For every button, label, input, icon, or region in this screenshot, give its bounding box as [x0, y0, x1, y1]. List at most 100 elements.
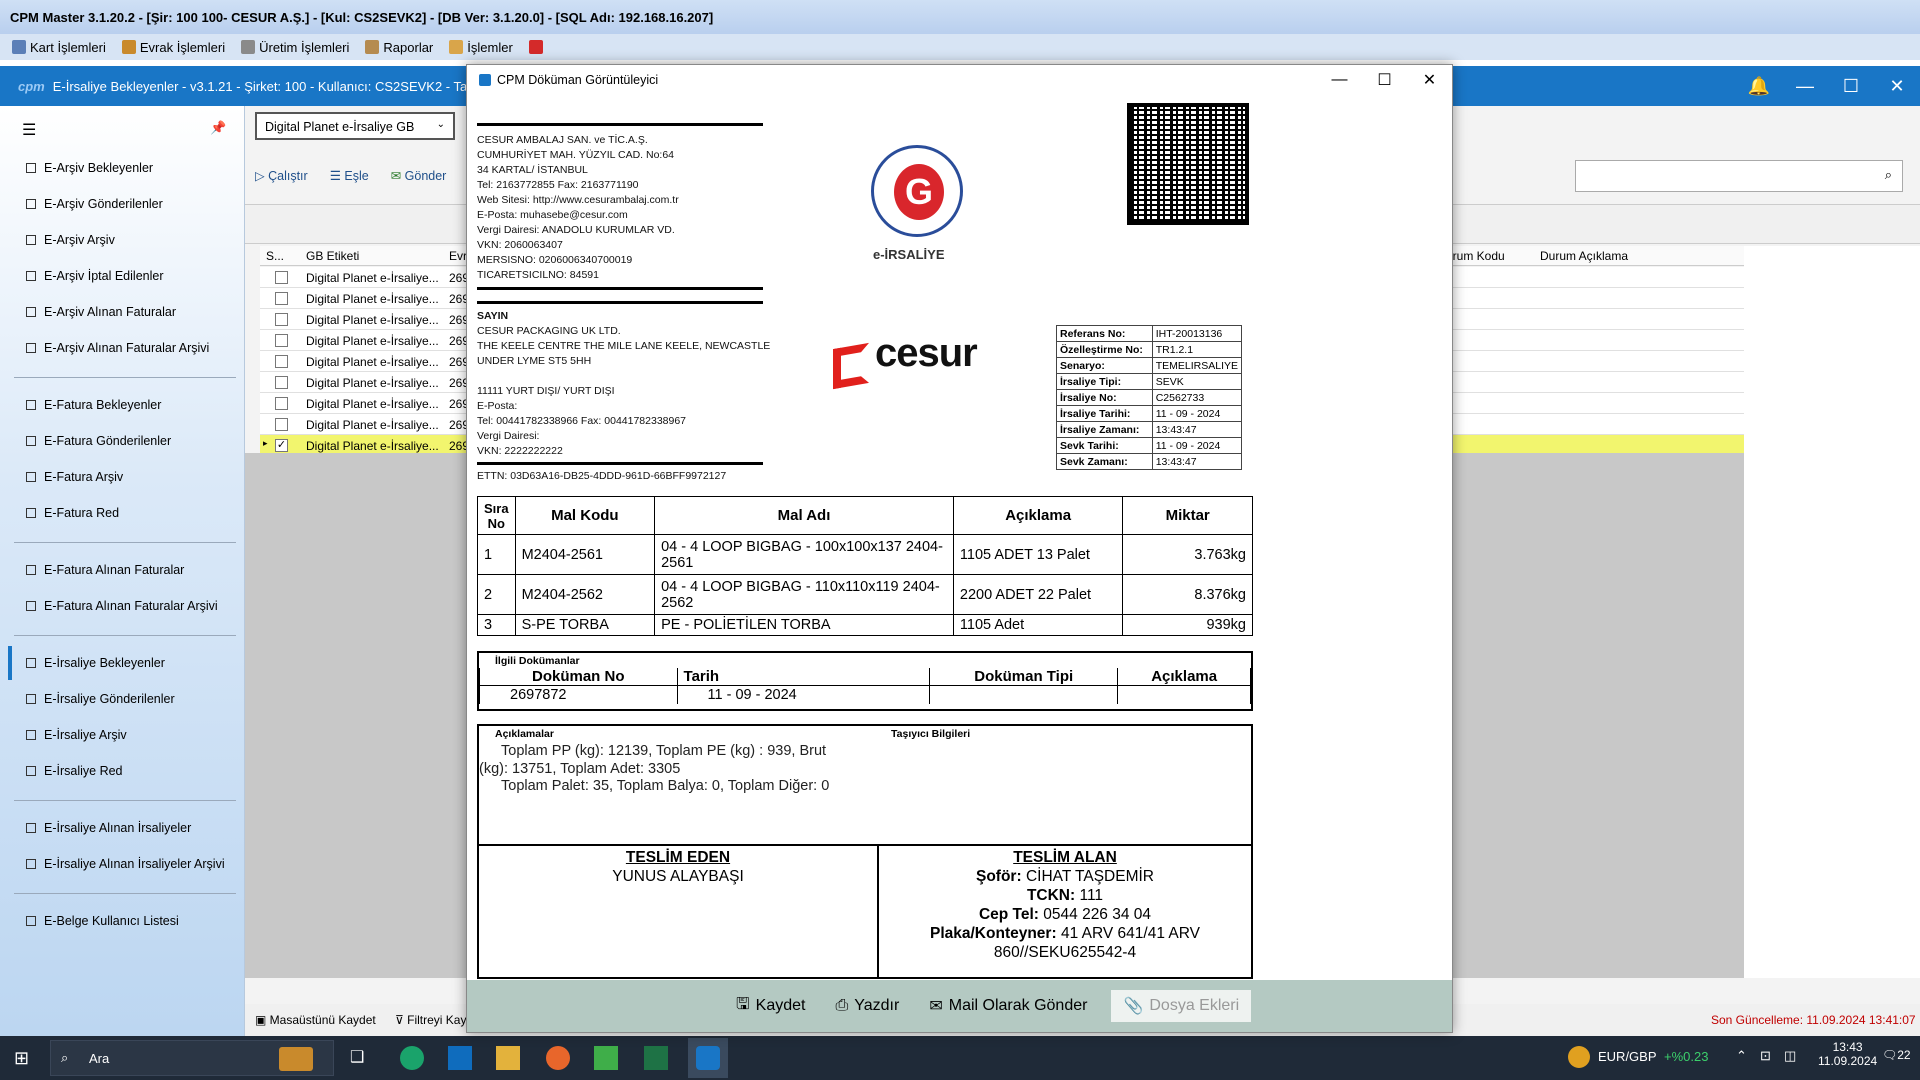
save-desktop-button[interactable]: ▣ Masaüstünü Kaydet	[255, 1013, 376, 1027]
chevron-up-icon[interactable]: ⌃	[1736, 1048, 1747, 1064]
items-table: Sıra No Mal Kodu Mal Adı Açıklama Miktar 1 M24…	[477, 496, 1253, 636]
cpm-logo: cpm	[18, 78, 45, 94]
cpm-icon	[479, 74, 491, 86]
sidebar-item-earsiv-gonderilenler[interactable]: E-Arşiv Gönderilenler	[26, 197, 163, 211]
receiver-line: SAYIN	[477, 310, 509, 322]
outlook-icon[interactable]	[448, 1046, 472, 1070]
match-button[interactable]: ☰ Eşle	[330, 168, 369, 183]
sidebar-item-earsiv-alinan-arsiv[interactable]: E-Arşiv Alınan Faturalar Arşivi	[26, 341, 209, 355]
sidebar-item-eirsaliye-red[interactable]: E-İrsaliye Red	[26, 764, 123, 778]
provider-select[interactable]: Digital Planet e-İrsaliye GB ⌄	[255, 112, 455, 140]
legacy-menu-bar: Kart İşlemleri Evrak İşlemleri Üretim İş…	[0, 34, 1920, 60]
file-explorer-icon[interactable]	[496, 1046, 520, 1070]
maximize-button[interactable]: ☐	[1828, 76, 1874, 97]
sidebar-item-eirsaliye-alinan[interactable]: E-İrsaliye Alınan İrsaliyeler	[26, 821, 191, 835]
col-gb-etiketi[interactable]: GB Etiketi	[306, 249, 359, 263]
docs-cell: 11 - 09 - 2024	[676, 685, 931, 704]
maximize-button[interactable]: ☐	[1362, 70, 1407, 90]
pin-icon[interactable]: 📌	[210, 120, 226, 136]
save-filter-button[interactable]: ⊽ Filtreyi Kay	[395, 1013, 466, 1027]
edge-icon[interactable]	[400, 1046, 424, 1070]
items-cell: 3.763kg	[1122, 534, 1253, 575]
save-button[interactable]: 🖫 Kaydet	[730, 987, 811, 1026]
row-checkbox[interactable]	[275, 334, 288, 347]
row-checkbox[interactable]	[275, 376, 288, 389]
cell-gb-etiketi: Digital Planet e-İrsaliye...	[306, 376, 439, 390]
reference-row: Sevk Tarihi: 11 - 09 - 2024	[1056, 437, 1243, 454]
close-button[interactable]: ✕	[1407, 70, 1452, 90]
divider	[14, 542, 236, 543]
power-button[interactable]	[525, 40, 547, 54]
menu-evrak[interactable]: Evrak İşlemleri	[118, 40, 229, 55]
receiver-line: THE KEELE CENTRE THE MILE LANE KEELE, NE…	[477, 340, 771, 352]
hamburger-icon[interactable]: ☰	[22, 120, 36, 140]
windows-start-icon[interactable]: ⊞	[14, 1048, 29, 1069]
sidebar-item-efatura-arsiv[interactable]: E-Fatura Arşiv	[26, 470, 123, 484]
row-checkbox[interactable]	[275, 418, 288, 431]
notification-icon[interactable]: 🔔	[1736, 76, 1782, 97]
minimize-button[interactable]: —	[1317, 71, 1362, 89]
close-button[interactable]: ✕	[1874, 76, 1920, 97]
row-checkbox[interactable]	[275, 292, 288, 305]
sidebar-item-eirsaliye-arsiv[interactable]: E-İrsaliye Arşiv	[26, 728, 127, 742]
sidebar-item-earsiv-bekleyenler[interactable]: E-Arşiv Bekleyenler	[26, 161, 153, 175]
sidebar-item-efatura-red[interactable]: E-Fatura Red	[26, 506, 119, 520]
network-icon[interactable]: ⊡	[1760, 1048, 1771, 1064]
col-durum-kodu[interactable]: urum Kodu	[1446, 249, 1505, 263]
notification-center[interactable]: 🗨22	[1882, 1048, 1911, 1062]
qr-code	[1127, 103, 1249, 225]
row-checkbox[interactable]: ✓	[275, 439, 288, 452]
sidebar-item-efatura-gonderilenler[interactable]: E-Fatura Gönderilenler	[26, 434, 171, 448]
sidebar-item-earsiv-arsiv[interactable]: E-Arşiv Arşiv	[26, 233, 115, 247]
sidebar-item-earsiv-iptal[interactable]: E-Arşiv İptal Edilenler	[26, 269, 164, 283]
firefox-icon[interactable]	[546, 1046, 570, 1070]
items-header-cell: Mal Kodu	[514, 496, 656, 535]
sidebar-item-eirsaliye-bekleyenler[interactable]: E-İrsaliye Bekleyenler	[26, 656, 165, 670]
currency-icon	[1568, 1046, 1590, 1068]
row-checkbox[interactable]	[275, 397, 288, 410]
send-button[interactable]: ✉ Gönder	[391, 168, 447, 183]
sidebar-item-efatura-alinan[interactable]: E-Fatura Alınan Faturalar	[26, 563, 184, 577]
app-grid-icon[interactable]	[594, 1046, 618, 1070]
sender-line: 34 KARTAL/ İSTANBUL	[477, 164, 588, 176]
cell-gb-etiketi: Digital Planet e-İrsaliye...	[306, 355, 439, 369]
menu-kart[interactable]: Kart İşlemleri	[8, 40, 110, 55]
cpm-taskbar-button[interactable]	[688, 1038, 728, 1078]
items-row: 2 M2404-2562 04 - 4 LOOP BIGBAG - 110x110…	[477, 574, 1253, 615]
search-input[interactable]: ⌕	[1575, 160, 1903, 192]
run-button[interactable]: ▷ Çalıştır	[255, 168, 308, 183]
docs-cell	[929, 685, 1119, 704]
attachments-button[interactable]: 📎 Dosya Ekleri	[1111, 990, 1252, 1022]
mail-button[interactable]: ✉ Mail Olarak Gönder	[923, 990, 1093, 1022]
row-checkbox[interactable]	[275, 271, 288, 284]
col-select[interactable]: S...	[266, 249, 284, 263]
folder-icon	[26, 859, 36, 869]
sidebar-item-efatura-bekleyenler[interactable]: E-Fatura Bekleyenler	[26, 398, 161, 412]
row-checkbox[interactable]	[275, 313, 288, 326]
row-checkbox[interactable]	[275, 355, 288, 368]
speaker-icon[interactable]: ◫	[1784, 1048, 1796, 1064]
menu-islemler[interactable]: İşlemler	[445, 40, 517, 55]
sidebar-item-efatura-alinan-arsiv[interactable]: E-Fatura Alınan Faturalar Arşivi	[26, 599, 218, 613]
search-icon: ⌕	[61, 1050, 69, 1065]
related-docs-table: Doküman No Tarih Doküman Tipi Açıklama 26978…	[479, 668, 1251, 704]
sender-block: CESUR AMBALAJ SAN. ve TİC.A.Ş. CUMHURİYET…	[477, 133, 777, 283]
print-button[interactable]: ⎙ Yazdır	[829, 991, 905, 1021]
dialog-footer: 🖫 Kaydet ⎙ Yazdır ✉ Mail Olarak Gönder 📎 Dos…	[467, 980, 1452, 1032]
sidebar-item-eirsaliye-alinan-arsiv[interactable]: E-İrsaliye Alınan İrsaliyeler Arşivi	[26, 857, 225, 871]
excel-icon[interactable]	[644, 1046, 668, 1070]
clock[interactable]: 13:43 11.09.2024	[1818, 1040, 1877, 1068]
col-durum-aciklama[interactable]: Durum Açıklama	[1540, 249, 1628, 263]
minimize-button[interactable]: —	[1782, 76, 1828, 97]
reference-key: Sevk Tarihi:	[1056, 437, 1153, 454]
taskbar-search[interactable]: ⌕ Ara	[50, 1040, 334, 1076]
reference-key: İrsaliye Tarihi:	[1056, 405, 1153, 422]
task-view-icon[interactable]: ❑	[350, 1047, 364, 1067]
reference-value: TR1.2.1	[1151, 341, 1243, 358]
menu-uretim[interactable]: Üretim İşlemleri	[237, 40, 353, 55]
menu-raporlar[interactable]: Raporlar	[361, 40, 437, 55]
sidebar-item-earsiv-alinan[interactable]: E-Arşiv Alınan Faturalar	[26, 305, 176, 319]
report-icon	[365, 40, 380, 54]
sidebar-item-ebelge-kullanici[interactable]: E-Belge Kullanıcı Listesi	[26, 914, 179, 928]
sidebar-item-eirsaliye-gonderilenler[interactable]: E-İrsaliye Gönderilenler	[26, 692, 175, 706]
